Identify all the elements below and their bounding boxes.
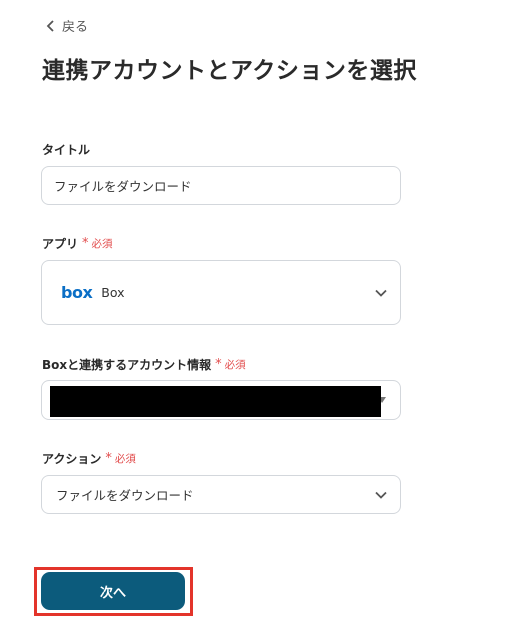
required-badge: * 必須 (82, 236, 113, 251)
redacted-account-value (50, 386, 381, 417)
required-badge: * 必須 (215, 357, 246, 372)
title-input[interactable]: ファイルをダウンロード (41, 166, 401, 205)
app-select-value: Box (101, 285, 125, 300)
action-select[interactable]: ファイルをダウンロード (41, 475, 401, 514)
chevron-down-icon (375, 491, 387, 499)
back-label: 戻る (62, 20, 89, 35)
title-field-label: タイトル (42, 141, 90, 158)
next-button[interactable]: 次へ (41, 572, 185, 610)
chevron-down-icon (375, 289, 387, 297)
required-text: 必須 (114, 453, 136, 465)
chevron-left-icon (46, 19, 54, 32)
app-label-text: アプリ (42, 237, 79, 251)
required-asterisk-icon: * (82, 235, 89, 251)
account-label-text: Boxと連携するアカウント情報 (42, 358, 212, 372)
action-label-text: アクション (42, 452, 102, 466)
action-field-label: アクション * 必須 (42, 450, 136, 467)
required-text: 必須 (224, 359, 246, 371)
page-title: 連携アカウントとアクションを選択 (42, 58, 417, 84)
title-label-text: タイトル (42, 143, 91, 157)
required-asterisk-icon: * (215, 356, 222, 372)
account-field-label: Boxと連携するアカウント情報 * 必須 (42, 356, 246, 373)
app-select[interactable]: box Box (41, 260, 401, 325)
box-logo-icon: box (61, 283, 93, 302)
next-button-label: 次へ (99, 585, 126, 601)
action-select-value: ファイルをダウンロード (56, 488, 194, 503)
required-badge: * 必須 (105, 451, 136, 466)
back-link[interactable]: 戻る (46, 16, 88, 35)
required-text: 必須 (91, 238, 113, 250)
required-asterisk-icon: * (105, 450, 112, 466)
app-field-label: アプリ * 必須 (42, 235, 113, 252)
title-input-value: ファイルをダウンロード (54, 179, 192, 194)
page: 戻る 連携アカウントとアクションを選択 タイトル ファイルをダウンロード アプリ… (0, 0, 513, 642)
